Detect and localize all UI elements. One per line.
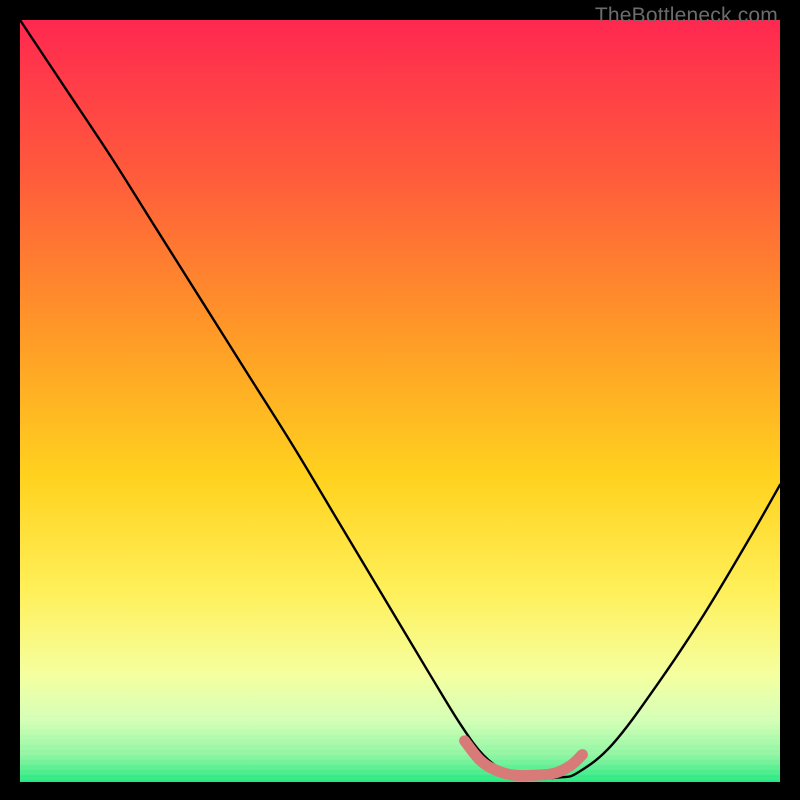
watermark-text: TheBottleneck.com	[595, 4, 778, 28]
gradient-background	[20, 20, 780, 782]
plot-area	[20, 20, 780, 782]
chart-frame: TheBottleneck.com	[0, 0, 800, 800]
chart-svg	[20, 20, 780, 782]
